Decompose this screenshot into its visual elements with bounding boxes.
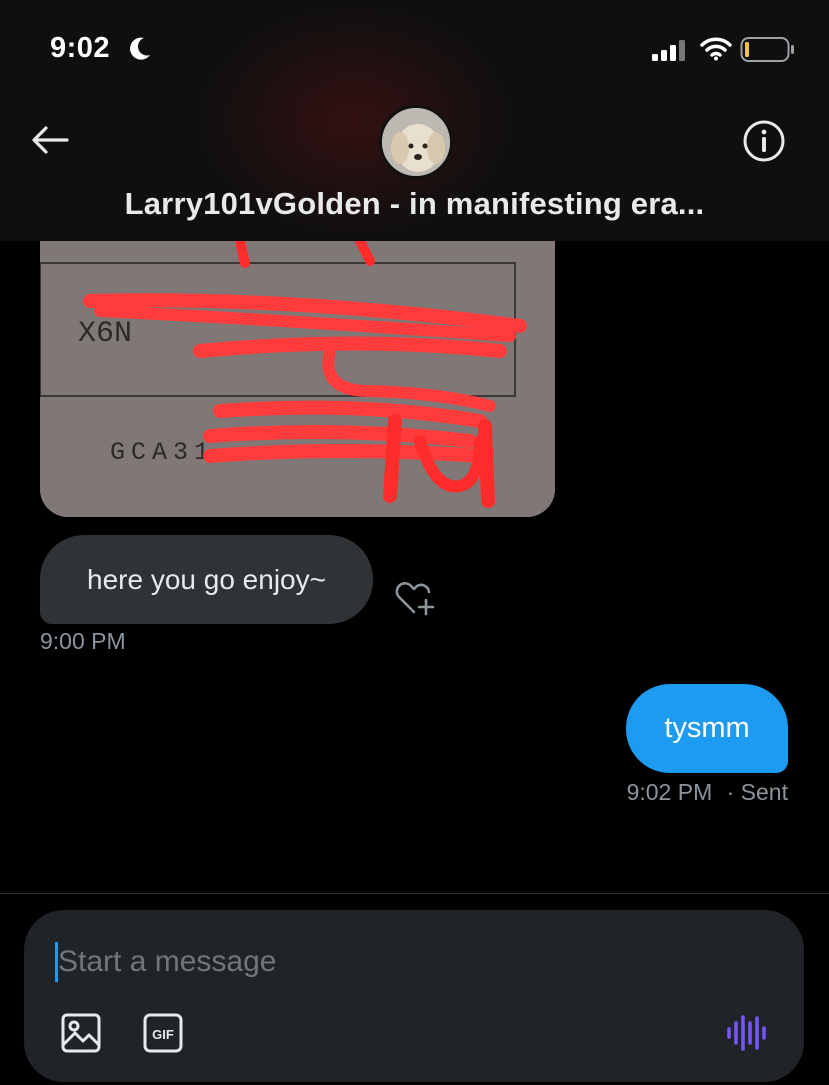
chat-title[interactable]: Larry101vGolden - in manifesting era... (0, 186, 829, 222)
heart-plus-icon (395, 582, 435, 616)
battery-icon (740, 37, 794, 62)
sent-message-text: tysmm (664, 712, 750, 744)
composer-divider (0, 893, 829, 894)
avatar[interactable] (379, 105, 453, 179)
signal-icon (652, 40, 685, 61)
sent-status: · Sent (726, 779, 788, 805)
voice-message-button[interactable] (724, 1012, 770, 1054)
gif-label: GIF (152, 1027, 174, 1042)
back-button[interactable] (28, 120, 72, 160)
info-icon (743, 120, 785, 162)
info-button[interactable] (741, 118, 787, 164)
add-gif-button[interactable]: GIF (142, 1012, 184, 1054)
sent-timestamp: 9:02 PM (626, 779, 713, 805)
svg-text:GCA31: GCA31 (110, 438, 215, 467)
moon-icon (130, 37, 150, 60)
wifi-icon (700, 37, 732, 61)
redacted-photo: X6N GCA31 (40, 241, 555, 517)
message-composer: GIF (24, 910, 804, 1082)
received-message-bubble[interactable]: here you go enjoy~ (40, 535, 373, 624)
message-input[interactable] (58, 940, 738, 984)
gif-icon: GIF (143, 1013, 183, 1053)
received-timestamp: 9:00 PM (40, 628, 126, 654)
image-message[interactable]: X6N GCA31 (40, 241, 555, 517)
add-image-button[interactable] (60, 1012, 102, 1054)
svg-text:X6N: X6N (78, 317, 132, 351)
golden-retriever-avatar (382, 108, 450, 176)
sent-message-bubble[interactable]: tysmm (626, 684, 788, 773)
status-time: 9:02 (50, 32, 111, 64)
react-button[interactable] (392, 578, 436, 620)
status-bar: 9:02 (0, 0, 829, 100)
received-message-text: here you go enjoy~ (87, 563, 326, 595)
voice-icon (727, 1015, 766, 1051)
arrow-left-icon (32, 126, 69, 154)
sent-timestamp-row: 9:02 PM · Sent (627, 779, 788, 806)
image-icon (61, 1013, 101, 1053)
